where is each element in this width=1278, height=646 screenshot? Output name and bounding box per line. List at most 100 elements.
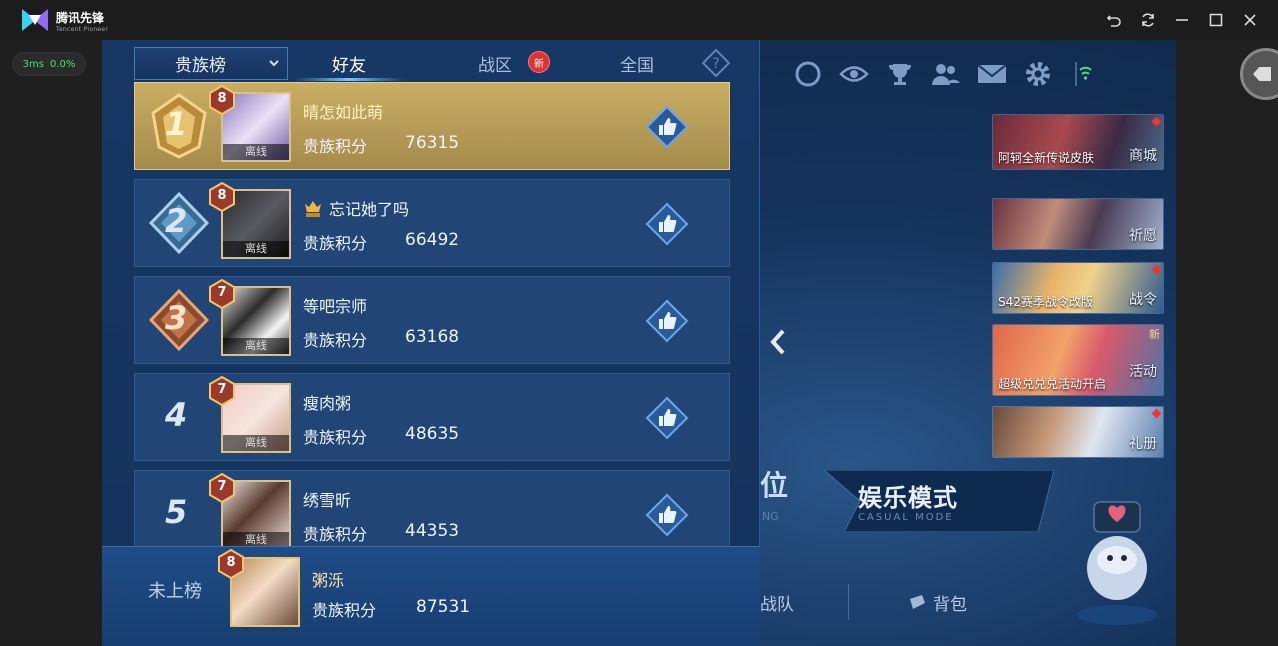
latency-value: 3ms (22, 58, 44, 70)
promo-card-battlepass[interactable]: S42赛季战令改版 战令 (992, 262, 1164, 314)
casual-mode-sub: CASUAL MODE (858, 512, 954, 523)
level-number: 7 (217, 382, 227, 397)
eye-icon[interactable] (838, 58, 870, 90)
trophy-icon[interactable] (884, 58, 916, 90)
level-badge: 8 (207, 181, 237, 213)
leaderboard-row[interactable]: 1 离线 8 晴怎如此萌 贵族积分 76315 (134, 82, 730, 170)
new-badge: 新 (528, 51, 550, 73)
maximize-button[interactable] (1206, 8, 1226, 32)
ranked-mode-sub: NG (762, 510, 779, 523)
mail-icon[interactable] (976, 58, 1008, 90)
score-label: 贵族积分 (312, 601, 377, 620)
refresh-button[interactable] (1138, 8, 1158, 32)
help-icon[interactable]: ? (702, 49, 730, 77)
level-number: 7 (217, 479, 227, 494)
promo-text: S42赛季战令改版 (998, 295, 1093, 309)
leaderboard-type-dropdown[interactable]: 贵族榜 (134, 47, 288, 80)
svip-icon (305, 201, 321, 217)
thumbs-up-icon[interactable] (645, 105, 689, 149)
brand-subtitle: Tencent Pioneer (56, 26, 109, 33)
level-badge: 7 (207, 278, 237, 310)
mascot-character[interactable] (1072, 490, 1162, 630)
perf-indicator: 3ms 0.0% (12, 52, 86, 76)
score-value: 66492 (405, 230, 460, 250)
rank-number: 3 (165, 299, 188, 337)
level-badge: 7 (207, 472, 237, 504)
casual-mode-banner[interactable]: 娱乐模式 CASUAL MODE (824, 470, 1060, 532)
collapse-panel-button[interactable] (760, 296, 796, 388)
friends-icon[interactable] (930, 58, 962, 90)
rank-number: 4 (165, 396, 188, 434)
right-strip (1176, 40, 1278, 646)
level-badge: 7 (207, 375, 237, 407)
thumbs-up-icon[interactable] (645, 396, 689, 440)
tab-friends[interactable]: 好友 (304, 47, 394, 80)
minimize-button[interactable] (1172, 8, 1192, 32)
my-score-value: 87531 (416, 597, 471, 617)
backpack-icon (910, 595, 925, 609)
score-label: 贵族积分 (303, 525, 368, 544)
score-value: 48635 (405, 424, 460, 444)
offline-tag: 离线 (223, 435, 289, 451)
level-number: 8 (217, 91, 227, 106)
backpack-label: 背包 (933, 594, 967, 615)
tab-label: 战区 (478, 56, 512, 76)
score-label: 贵族积分 (303, 331, 368, 350)
thumbs-up-icon[interactable] (645, 202, 689, 246)
player-name: 晴怎如此萌 (303, 103, 384, 122)
promo-text: 超级兑兑兑活动开启 (998, 377, 1107, 391)
promo-label: 战令 (1129, 292, 1157, 308)
chevron-left-icon (770, 329, 785, 355)
undo-icon (1106, 15, 1121, 27)
promo-label: 商城 (1129, 148, 1157, 164)
thumbs-up-icon[interactable] (645, 493, 689, 537)
tab-region[interactable]: 战区 (450, 47, 540, 80)
my-player-name: 粥泺 (312, 571, 345, 590)
undo-button[interactable] (1104, 8, 1124, 32)
leaderboard-row[interactable]: 3 离线 7 等吧宗师 贵族积分 63168 (134, 276, 730, 364)
compass-icon[interactable] (792, 58, 824, 90)
nav-divider (848, 584, 849, 620)
player-name: 等吧宗师 (303, 297, 368, 316)
promo-card-gift[interactable]: 礼册 (992, 406, 1164, 458)
player-name: 瘦肉粥 (303, 394, 352, 413)
bottom-nav: 战队 背包 (760, 580, 1100, 624)
team-button[interactable]: 战队 (760, 590, 794, 615)
rank-number: 5 (165, 493, 188, 531)
settings-gear-icon[interactable] (1022, 58, 1054, 90)
promo-label: 礼册 (1129, 436, 1157, 452)
promo-card-wish[interactable]: 祈愿 (992, 198, 1164, 250)
backpack-button[interactable]: 背包 (907, 590, 967, 615)
leaderboard-row[interactable]: 2 离线 8 忘记她了吗 贵族积分 66492 (134, 179, 730, 267)
close-icon (1244, 14, 1256, 26)
promo-card-shop[interactable]: 阿轲全新传说皮肤 商城 (992, 114, 1164, 170)
tab-national[interactable]: 全国 (592, 47, 682, 80)
new-badge: 新 (1149, 328, 1160, 341)
tab-label: 好友 (332, 56, 366, 76)
brand: 腾讯先锋 Tencent Pioneer (20, 7, 108, 33)
thumbs-up-icon[interactable] (645, 299, 689, 343)
score-label: 贵族积分 (303, 137, 368, 156)
minimize-icon (1176, 19, 1188, 21)
brand-name: 腾讯先锋 (56, 11, 105, 25)
game-top-bar (762, 52, 1176, 96)
unranked-label: 未上榜 (148, 581, 202, 602)
tab-label: 全国 (620, 56, 654, 76)
leaderboard-panel: 贵族榜 好友 战区 新 全国 ? 1 离线 8 晴怎如此萌 贵族积分 76315… (102, 40, 760, 646)
score-value: 44353 (405, 521, 460, 541)
promo-label: 祈愿 (1129, 228, 1157, 244)
packet-loss-value: 0.0% (49, 58, 76, 70)
chevron-down-icon (269, 60, 279, 67)
casual-mode-title: 娱乐模式 (858, 484, 958, 512)
promo-card-event[interactable]: 超级兑兑兑活动开启 活动 新 (992, 324, 1164, 396)
level-number: 8 (217, 188, 227, 203)
leaderboard-row[interactable]: 4 离线 7 瘦肉粥 贵族积分 48635 (134, 373, 730, 461)
my-rank-footer: 未上榜 8 粥泺 贵族积分 87531 (102, 546, 760, 646)
player-name: 绣雪昕 (303, 491, 352, 510)
close-button[interactable] (1240, 8, 1260, 32)
svg-text:?: ? (712, 56, 719, 72)
active-tab-indicator (294, 78, 404, 81)
leaderboard-row[interactable]: 5 离线 7 绣雪昕 贵族积分 44353 (134, 470, 730, 558)
app-logo-icon (22, 9, 48, 31)
score-label: 贵族积分 (303, 234, 368, 253)
